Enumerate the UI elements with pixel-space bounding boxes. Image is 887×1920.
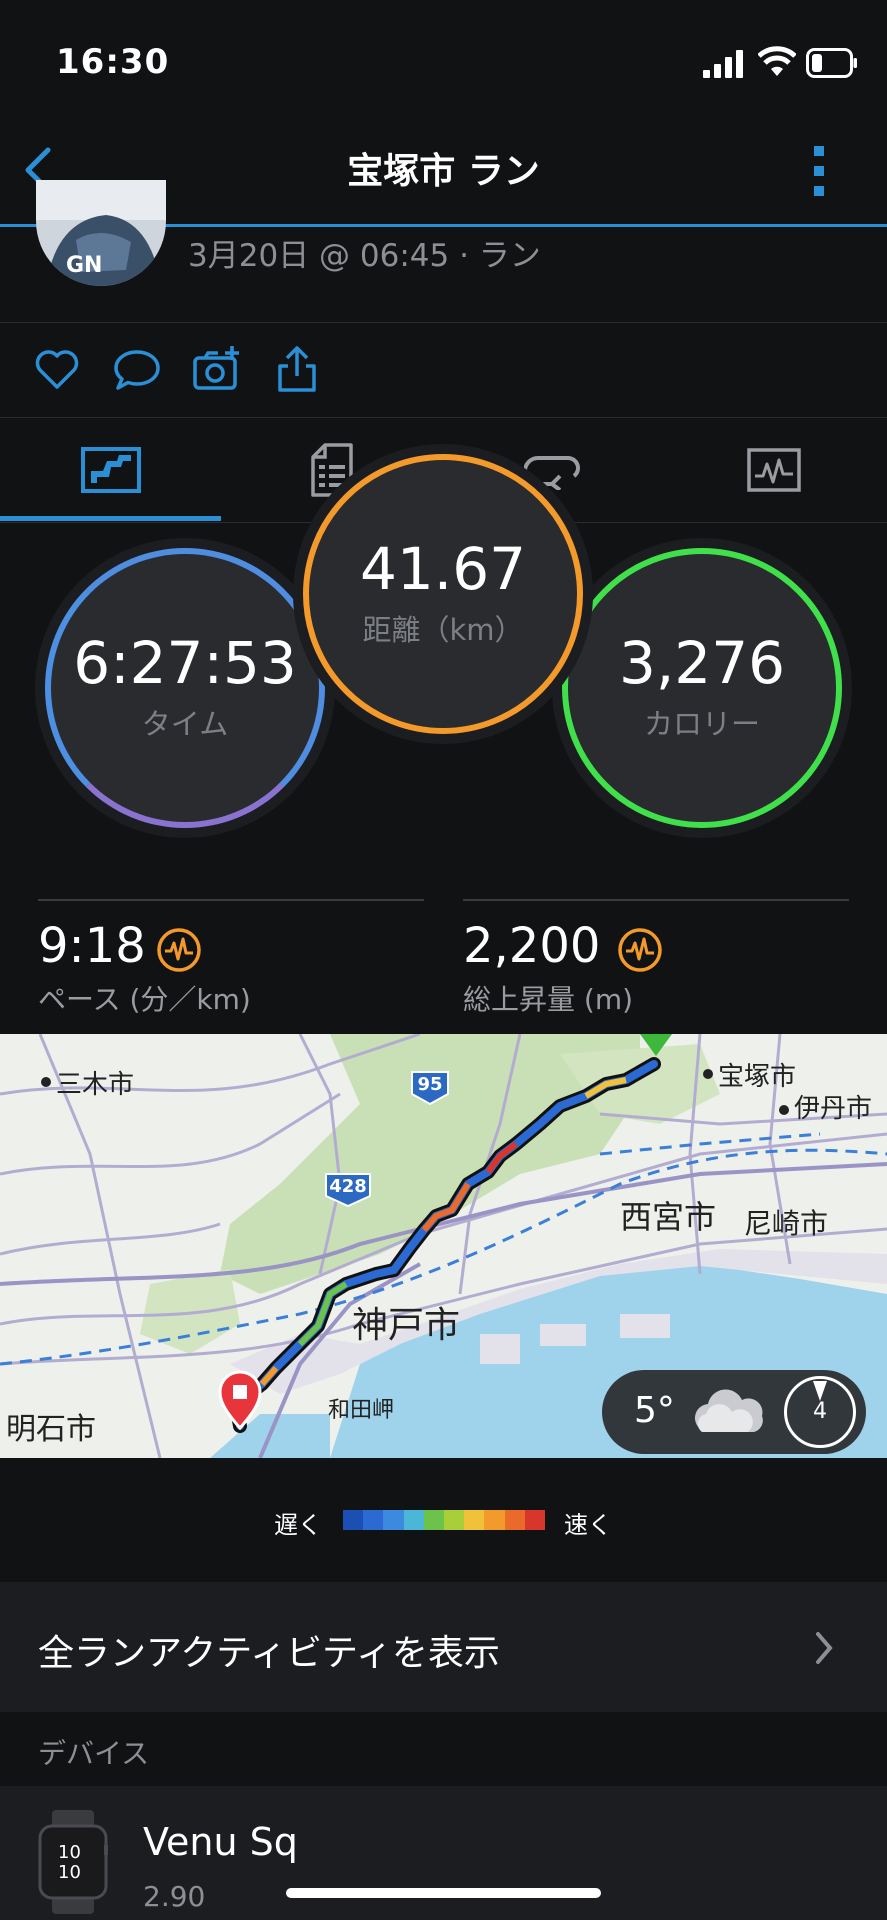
home-indicator	[286, 1888, 601, 1898]
map-label-nishinomiya: 西宮市	[620, 1198, 717, 1236]
status-time: 16:30	[56, 42, 170, 82]
activity-date: 3月20日 @ 06:45 · ラン	[188, 238, 541, 274]
pace-value: 9:18	[38, 918, 146, 974]
elevation-value: 2,200	[463, 918, 601, 974]
pace-label: ペース (分／km)	[38, 983, 251, 1016]
time-label: タイム	[141, 707, 229, 742]
calories-label: カロリー	[643, 707, 760, 742]
stat-divider	[38, 899, 424, 901]
tab-map[interactable]	[0, 418, 221, 522]
laps-tab-icon	[523, 456, 580, 490]
watch-icon: 10 10	[38, 1810, 108, 1914]
map-label-amagasaki: 尼崎市	[744, 1207, 829, 1240]
time-value: 6:27:53	[73, 628, 297, 697]
signal-icon	[703, 50, 743, 78]
map-label-akashi: 明石市	[6, 1412, 96, 1447]
comment-icon[interactable]	[112, 344, 162, 394]
legend-slow: 遅く	[274, 1511, 322, 1539]
weather-widget[interactable]: 5° 4	[602, 1370, 866, 1454]
device-version: 2.90	[143, 1880, 206, 1913]
legend-swatch	[403, 1510, 424, 1530]
charts-tab-icon	[746, 448, 801, 492]
watch-minute: 10	[58, 1862, 81, 1883]
map-tab-icon	[80, 447, 141, 493]
distance-circle: 41.67 距離（km）	[303, 454, 583, 734]
tab-indicator	[0, 516, 221, 521]
map-label-takarazuka: 宝塚市	[718, 1062, 797, 1092]
legend-swatch	[444, 1510, 465, 1530]
distance-value: 41.67	[359, 534, 527, 603]
legend-swatch	[484, 1510, 505, 1530]
divider	[0, 322, 887, 323]
device-row[interactable]	[0, 1786, 887, 1920]
distance-label: 距離（km）	[362, 613, 524, 648]
camera-add-icon[interactable]	[192, 344, 242, 394]
devices-section-label: デバイス	[38, 1737, 150, 1770]
wifi-icon	[758, 46, 796, 76]
watch-hour: 10	[58, 1842, 81, 1863]
legend-swatch	[343, 1510, 364, 1530]
weather-temp: 5°	[634, 1390, 675, 1431]
map-label-itami: 伊丹市	[794, 1094, 873, 1124]
legend-swatch	[464, 1510, 485, 1530]
details-tab-icon	[310, 443, 353, 497]
avatar[interactable]: GN	[36, 180, 166, 286]
legend-swatch	[423, 1510, 445, 1530]
pulse-icon[interactable]	[156, 927, 202, 973]
time-circle: 6:27:53 タイム	[45, 548, 325, 828]
legend-swatch	[524, 1510, 546, 1530]
speed-legend-bar	[343, 1510, 546, 1530]
device-name: Venu Sq	[143, 1820, 298, 1864]
chevron-right-icon	[816, 1632, 833, 1664]
legend-swatch	[504, 1510, 525, 1530]
legend-swatch	[363, 1510, 384, 1530]
battery-icon	[806, 48, 857, 78]
elevation-label: 総上昇量 (m)	[463, 983, 634, 1016]
map-label-kobe: 神戸市	[352, 1305, 461, 1346]
wind-direction-icon	[813, 1381, 827, 1401]
share-icon[interactable]	[272, 344, 322, 394]
calories-value: 3,276	[618, 628, 786, 697]
heart-icon[interactable]	[32, 344, 82, 394]
all-activities-label: 全ランアクティビティを表示	[38, 1633, 500, 1674]
stat-divider	[463, 899, 849, 901]
cloud-icon	[694, 1389, 763, 1433]
svg-text:GN: GN	[66, 253, 102, 278]
calories-circle: 3,276 カロリー	[562, 548, 842, 828]
pulse-icon[interactable]	[617, 927, 663, 973]
more-options-icon[interactable]	[808, 144, 832, 198]
route-shield-95: 95	[417, 1074, 443, 1095]
map-label-miki: 三木市	[56, 1070, 135, 1100]
legend-fast: 速く	[564, 1511, 612, 1539]
legend-swatch	[383, 1510, 404, 1530]
wind-compass: 4	[784, 1376, 856, 1448]
tab-charts[interactable]	[663, 418, 884, 522]
map-label-wadamisaki: 和田岬	[328, 1398, 395, 1423]
route-shield-428: 428	[329, 1176, 367, 1197]
